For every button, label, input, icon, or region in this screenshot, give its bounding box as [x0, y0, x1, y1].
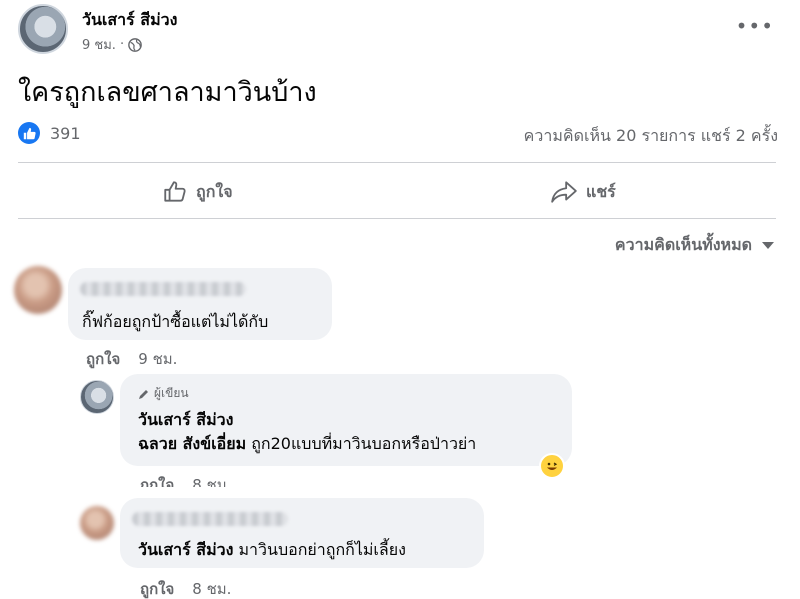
post-time[interactable]: 9 ชม.: [82, 34, 116, 55]
reply-bubble: ผู้เขียน วันเสาร์ สีม่วง ฉลวย สังข์เอี่ย…: [120, 374, 572, 466]
reply-like-link[interactable]: ถูกใจ: [140, 473, 174, 487]
post-header: วันเสาร์ สีม่วง 9 ชม. · •••: [18, 4, 788, 56]
replier-name-blurred[interactable]: [132, 512, 288, 526]
sort-label: ความคิดเห็นทั้งหมด: [614, 235, 752, 254]
share-button[interactable]: แชร์: [550, 170, 616, 214]
reply-time[interactable]: 8 ชม.: [192, 577, 231, 599]
reaction-summary[interactable]: 391: [18, 122, 81, 144]
reply-like-link[interactable]: ถูกใจ: [140, 577, 174, 599]
more-options-icon[interactable]: •••: [736, 14, 774, 38]
commenter-name-blurred[interactable]: [80, 282, 246, 296]
reply-actions: ถูกใจ 8 ชม.: [140, 577, 231, 599]
share-icon: [551, 181, 577, 203]
thumbs-up-icon: [164, 181, 186, 202]
comment-like-link[interactable]: ถูกใจ: [86, 347, 120, 371]
divider: [18, 218, 776, 219]
author-badge: ผู้เขียน: [138, 384, 189, 403]
replier-avatar[interactable]: [80, 506, 114, 540]
reply-body: ถูก20แบบที่มาวินบอกหรือป่าวย่า: [246, 434, 477, 453]
reaction-count: 391: [50, 123, 81, 143]
comment-time[interactable]: 9 ชม.: [138, 347, 177, 371]
comment-actions: ถูกใจ 9 ชม.: [86, 347, 177, 371]
reply-author-avatar[interactable]: [80, 380, 114, 414]
reply-body: มาวินบอกย่าถูกก็ไม่เลี้ยง: [233, 540, 406, 559]
comment-text: กิ๊ฟก้อยถูกป้าซื้อแต่ไม่ได้กับ: [82, 312, 269, 331]
reply-time[interactable]: 8 ชม.: [192, 473, 231, 487]
comment-bubble: กิ๊ฟก้อยถูกป้าซื้อแต่ไม่ได้กับ: [68, 268, 332, 340]
reply-bubble: วันเสาร์ สีม่วง มาวินบอกย่าถูกก็ไม่เลี้ย…: [120, 498, 484, 568]
reply-actions: ถูกใจ 8 ชม.: [140, 473, 231, 487]
post-author-name[interactable]: วันเสาร์ สีม่วง: [82, 8, 177, 33]
caret-down-icon: [762, 242, 774, 249]
like-reaction-icon: [18, 122, 40, 144]
comment-sort-dropdown[interactable]: ความคิดเห็นทั้งหมด: [615, 233, 774, 258]
globe-icon[interactable]: [128, 37, 142, 52]
post-text: ใครถูกเลขศาลามาวินบ้าง: [18, 77, 317, 108]
author-badge-label: ผู้เขียน: [154, 386, 189, 400]
reply-text: ฉลวย สังข์เอี่ยม ถูก20แบบที่มาวินบอกหรือ…: [138, 432, 476, 457]
commenter-avatar[interactable]: [14, 266, 62, 314]
pencil-icon: [139, 389, 148, 399]
reply-text: วันเสาร์ สีม่วง มาวินบอกย่าถูกก็ไม่เลี้ย…: [138, 538, 406, 563]
laughing-emoji-icon[interactable]: [539, 453, 565, 479]
divider: [18, 162, 776, 163]
share-label: แชร์: [586, 181, 616, 201]
author-avatar[interactable]: [18, 4, 68, 54]
reply-author-name[interactable]: วันเสาร์ สีม่วง: [138, 408, 233, 433]
mention-link[interactable]: วันเสาร์ สีม่วง: [138, 540, 233, 559]
mention-link[interactable]: ฉลวย สังข์เอี่ยม: [138, 434, 246, 453]
like-button[interactable]: ถูกใจ: [162, 170, 233, 214]
like-label: ถูกใจ: [196, 181, 233, 201]
post-meta: 9 ชม. ·: [82, 34, 142, 55]
meta-separator: ·: [119, 37, 125, 52]
post-stats[interactable]: ความคิดเห็น 20 รายการ แชร์ 2 ครั้ง: [524, 124, 778, 149]
